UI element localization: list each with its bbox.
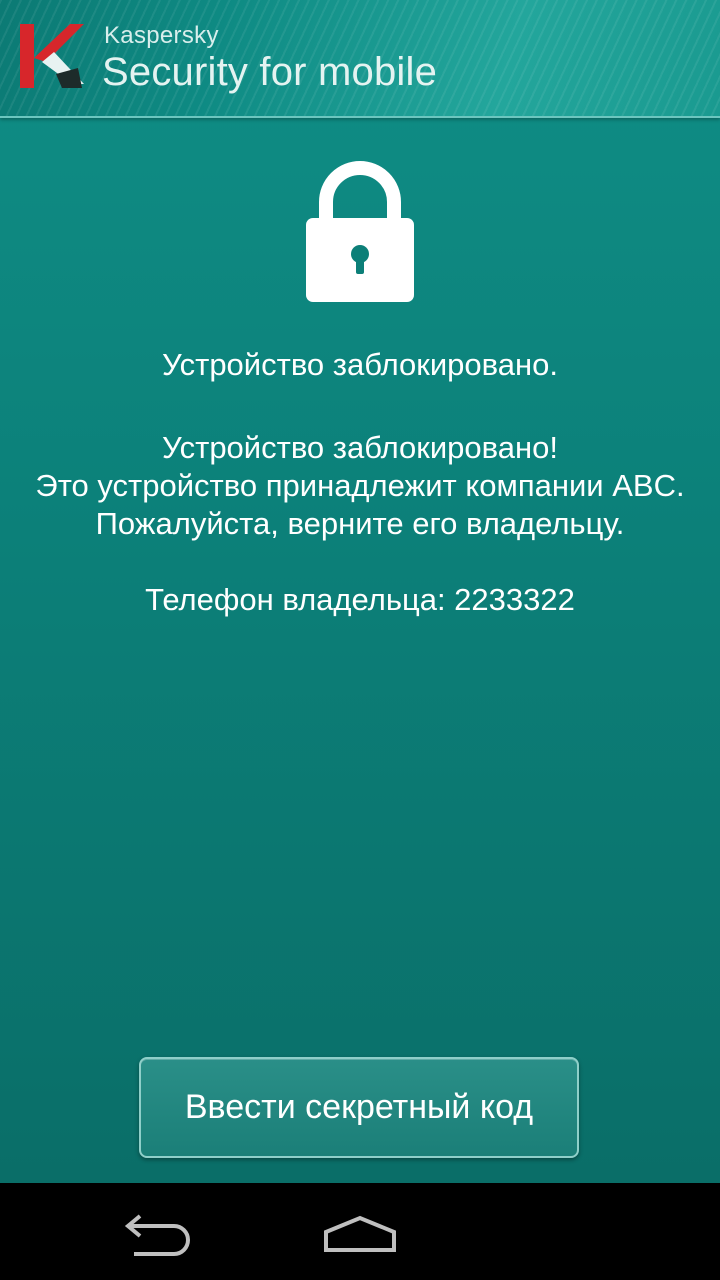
app-header: Kaspersky Security for mobile — [0, 0, 720, 118]
app-title: Security for mobile — [102, 50, 438, 94]
lock-icon — [306, 161, 414, 302]
owner-phone-text: Телефон владельца: 2233322 — [145, 582, 575, 617]
lock-status-text: Устройство заблокировано. — [162, 347, 558, 382]
lock-screen: Kaspersky Security for mobile Устройство… — [0, 0, 720, 1183]
kaspersky-logo-icon — [20, 24, 84, 88]
lock-message-text: Устройство заблокировано! Это устройство… — [35, 430, 685, 541]
back-icon[interactable] — [118, 1212, 202, 1258]
brand-name: Kaspersky — [104, 22, 219, 49]
enter-secret-code-button[interactable]: Ввести секретный код — [139, 1057, 579, 1158]
home-icon[interactable] — [320, 1212, 400, 1254]
